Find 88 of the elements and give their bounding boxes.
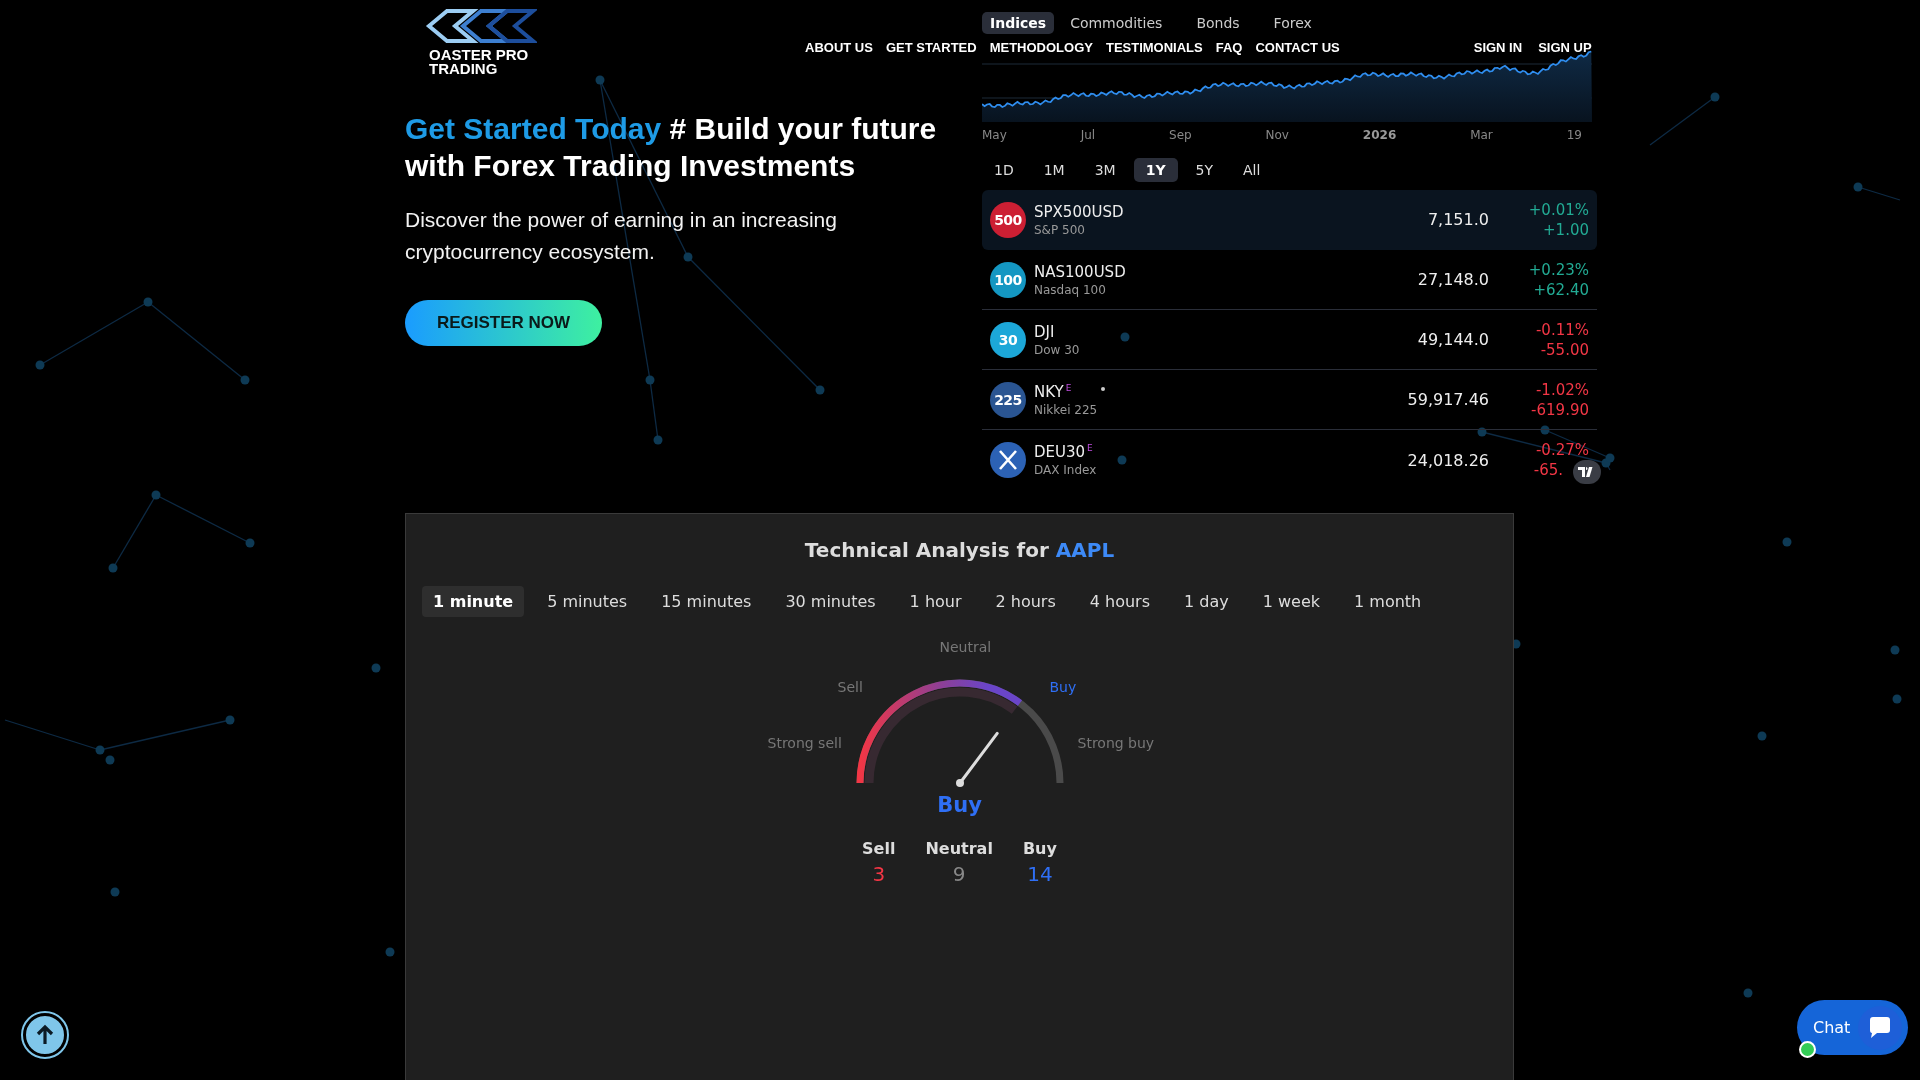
range-tab[interactable]: 3M	[1082, 158, 1128, 182]
change-percent: -0.27%	[1535, 440, 1589, 460]
summary-count: 9	[952, 862, 966, 886]
gauge-label: Neutral	[939, 639, 992, 655]
axis-label: Jul	[1080, 128, 1096, 142]
interval-tab[interactable]: 1 week	[1251, 586, 1332, 617]
symbol-text: DEU30$^{E}$	[1034, 443, 1094, 461]
index-name: Dow 30	[1034, 342, 1080, 357]
index-badge: 30	[990, 321, 1026, 358]
market-tab[interactable]: Indices	[982, 12, 1055, 34]
nav-link[interactable]: FAQ	[1215, 40, 1243, 55]
auth-link[interactable]: SIGN UP	[1538, 40, 1592, 55]
index-name: DAX Index	[1034, 463, 1097, 477]
gauge-label: Strong sell	[767, 735, 842, 751]
axis-label: 19	[1566, 128, 1582, 142]
hero-title: Get Started Today # Build your future with Forex Trading Investments	[405, 111, 938, 184]
axis-label: Nov	[1265, 128, 1289, 142]
hero-text: Discover the power of earning in an increasing cryptocurrency ecosystem.	[405, 207, 838, 265]
index-name: S&P 500	[1034, 222, 1086, 237]
index-badge: 500	[990, 201, 1026, 238]
nav-link[interactable]: TESTIMONIALS	[1105, 40, 1203, 55]
tradingview-logo-icon[interactable]	[1573, 460, 1601, 484]
nav-link[interactable]: ABOUT US	[805, 40, 873, 55]
register-button[interactable]: REGISTER NOW	[405, 300, 602, 346]
interval-tab[interactable]: 30 minutes	[774, 586, 887, 617]
interval-tab[interactable]: 5 minutes	[536, 586, 639, 617]
index-name: Nasdaq 100	[1034, 282, 1107, 297]
range-tab[interactable]: 1Y	[1133, 158, 1178, 182]
interval-tab[interactable]: 1 minute	[422, 586, 525, 617]
summary-count: 14	[1027, 862, 1053, 886]
gauge-label: Strong buy	[1077, 735, 1155, 751]
change-value: -65.	[1533, 460, 1564, 480]
axis-label: May	[982, 128, 1007, 142]
summary-count: 3	[872, 862, 886, 886]
analysis-title: Technical Analysis for AAPL	[803, 538, 1116, 562]
index-name: Nikkei 225	[1034, 402, 1098, 417]
price-text: 7,151.0	[1427, 210, 1489, 229]
verdict-text: Buy	[936, 793, 983, 817]
interval-tab[interactable]: 4 hours	[1078, 586, 1162, 617]
nav-link[interactable]: METHODOLOGY	[989, 40, 1093, 55]
chat-bubble-icon	[1858, 1005, 1902, 1050]
symbol-text: NAS100USD	[1034, 262, 1126, 281]
interval-tab[interactable]: 1 month	[1343, 586, 1433, 617]
change-value: -619.90	[1531, 399, 1589, 420]
nav-link[interactable]: CONTACT US	[1255, 40, 1340, 55]
change-percent: +0.23%	[1528, 259, 1589, 280]
axis-label: 2026	[1362, 128, 1397, 142]
change-value: +62.40	[1533, 279, 1589, 300]
interval-tab[interactable]: 1 hour	[898, 586, 973, 617]
change-percent: -0.11%	[1535, 319, 1589, 340]
index-badge: 225	[990, 381, 1026, 418]
range-tab[interactable]: All	[1231, 158, 1273, 182]
gauge-label: Buy	[1049, 679, 1077, 695]
summary-label: Sell	[862, 839, 896, 858]
market-tab[interactable]: Forex	[1265, 12, 1320, 34]
logo-text[interactable]: OASTER PRO TRADING	[429, 48, 529, 76]
axis-label: Mar	[1470, 128, 1493, 142]
change-percent: +0.01%	[1528, 199, 1589, 220]
summary-label: Buy	[1022, 839, 1057, 858]
quote-row[interactable]: DEU30$^{E}$ DAX Index 24,018.26 -0.27% -65.	[982, 430, 1597, 490]
axis-label: Sep	[1169, 128, 1192, 142]
symbol-text: SPX500USD	[1034, 202, 1124, 221]
auth-link[interactable]: SIGN IN	[1473, 40, 1523, 55]
quote-row[interactable]: 30 DJI Dow 30 49,144.0 -0.11% -55.00	[982, 310, 1597, 370]
interval-tab[interactable]: 2 hours	[984, 586, 1067, 617]
chat-button[interactable]: Chat	[1797, 1000, 1908, 1055]
market-tab[interactable]: Bonds	[1188, 12, 1248, 34]
price-text: 59,917.46	[1407, 390, 1489, 409]
range-tab[interactable]: 1M	[1031, 158, 1077, 182]
price-text: 27,148.0	[1417, 270, 1489, 289]
price-text: 24,018.26	[1407, 450, 1489, 470]
gauge-label: Sell	[837, 679, 863, 695]
scroll-top-button[interactable]	[23, 1013, 67, 1057]
change-value: -55.00	[1540, 339, 1589, 360]
interval-tab[interactable]: 1 day	[1173, 586, 1240, 617]
change-percent: -1.02%	[1535, 379, 1589, 400]
summary-label: Neutral	[925, 839, 993, 858]
index-badge: 100	[990, 261, 1026, 298]
price-text: 49,144.0	[1417, 330, 1489, 349]
interval-tab[interactable]: 15 minutes	[650, 586, 763, 617]
range-tab[interactable]: 1D	[982, 158, 1026, 182]
symbol-text: NKY$^{E}$	[1034, 382, 1073, 401]
symbol-text: DJI	[1034, 322, 1056, 341]
change-value: +1.00	[1543, 219, 1589, 240]
range-tab[interactable]: 5Y	[1183, 158, 1226, 182]
logo-icon	[425, 8, 537, 44]
market-tab[interactable]: Commodities	[1062, 12, 1171, 34]
nav-link[interactable]: GET STARTED	[885, 40, 977, 55]
